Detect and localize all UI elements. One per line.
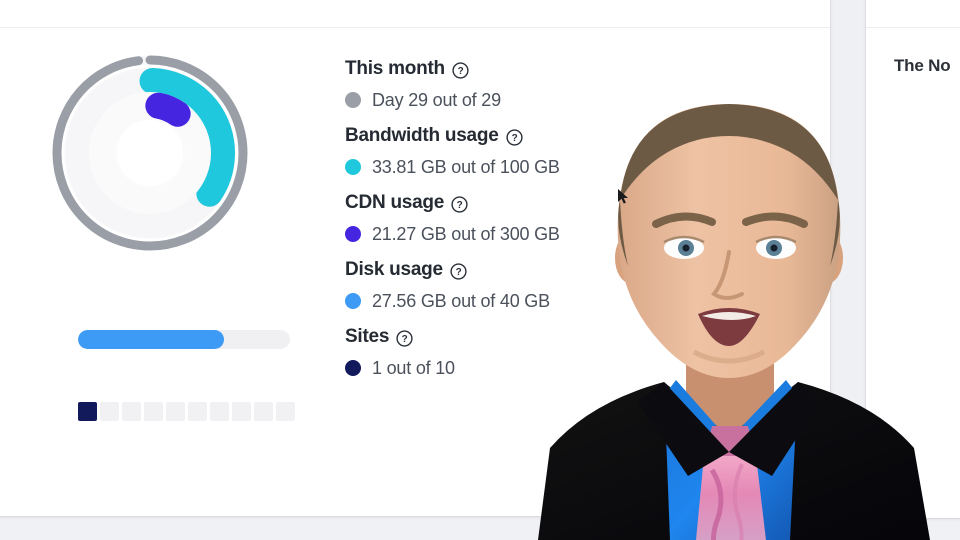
usage-donut-chart (47, 50, 253, 256)
metric-sites-dot (345, 360, 361, 376)
metric-bandwidth-usage-dot (345, 159, 361, 175)
sites-indicator-square (166, 402, 185, 421)
sites-indicator-square (254, 402, 273, 421)
help-icon[interactable]: ? (452, 61, 469, 79)
help-icon[interactable]: ? (396, 329, 413, 347)
metric-disk-usage-dot (345, 293, 361, 309)
usage-visuals (30, 42, 295, 421)
sites-indicator-square (122, 402, 141, 421)
sites-indicator (78, 402, 295, 421)
svg-text:?: ? (457, 66, 463, 77)
metric-this-month-dot (345, 92, 361, 108)
help-icon[interactable]: ? (450, 262, 467, 280)
metric-bandwidth-usage-label: Bandwidth usage (345, 125, 499, 146)
disk-usage-bar-fill (78, 330, 225, 349)
svg-text:?: ? (402, 334, 408, 345)
sites-indicator-square (100, 402, 119, 421)
mouse-cursor (617, 188, 629, 206)
metric-this-month-label: This month (345, 58, 445, 79)
sites-indicator-square (210, 402, 229, 421)
sites-indicator-square (276, 402, 295, 421)
disk-usage-bar (78, 330, 290, 349)
metric-sites-value: 1 out of 10 (372, 358, 455, 378)
svg-text:?: ? (457, 200, 463, 211)
sites-indicator-square (232, 402, 251, 421)
metric-this-month-header: This month ? (345, 56, 675, 82)
metric-sites-label: Sites (345, 326, 390, 347)
webcam-overlay-person (498, 96, 960, 540)
screen-root: usage Feb 16 Mar 16 (0, 0, 960, 540)
usage-card-header: usage Feb 16 Mar 16 (0, 0, 830, 28)
sites-indicator-square (144, 402, 163, 421)
svg-text:?: ? (455, 267, 461, 278)
help-icon[interactable]: ? (451, 195, 468, 213)
metric-cdn-usage-label: CDN usage (345, 192, 445, 213)
sites-indicator-square (78, 402, 97, 421)
sites-indicator-square (188, 402, 207, 421)
notifications-panel-header: Noti (866, 0, 960, 28)
metric-this-month-value: Day 29 out of 29 (372, 90, 501, 110)
notifications-panel-item: The No (894, 56, 951, 75)
metric-cdn-usage-dot (345, 226, 361, 242)
metric-disk-usage-label: Disk usage (345, 259, 443, 280)
